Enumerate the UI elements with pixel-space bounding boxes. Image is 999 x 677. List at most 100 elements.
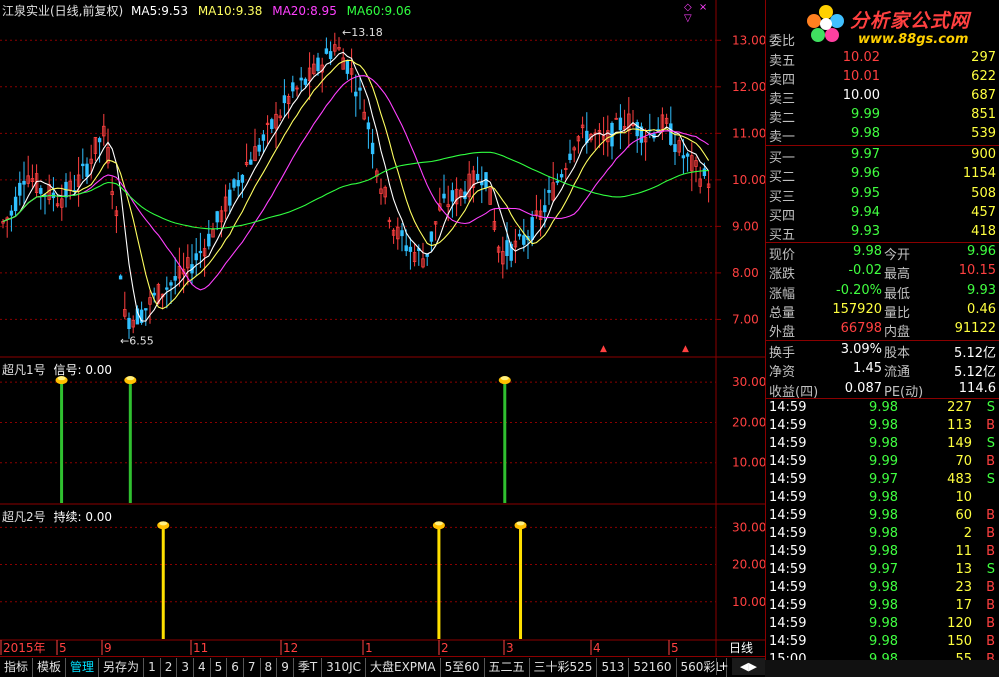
trade-row: 14:59 9.98 10 — [766, 490, 999, 508]
candle-body — [13, 196, 18, 212]
x-axis-label: 9 — [104, 641, 112, 655]
ma10-value: 9.38 — [235, 4, 263, 18]
panel2-tick-label: 20.00 — [732, 558, 765, 572]
trade-side: B — [986, 580, 995, 595]
toolbar-button[interactable]: 4 — [194, 657, 211, 677]
period-selector[interactable]: 日线 — [718, 641, 764, 656]
trade-side: B — [986, 616, 995, 631]
bid-row: 买五 9.93 418 — [766, 224, 999, 243]
trade-price: 9.98 — [869, 436, 898, 451]
trade-time: 14:59 — [769, 400, 807, 415]
candle-body — [530, 217, 534, 240]
toolbar-button[interactable]: 管理 — [66, 657, 100, 677]
candle-body — [299, 77, 303, 81]
candle-body — [685, 153, 690, 157]
stat-label: 最低 — [884, 286, 911, 302]
stat-value: 66798 — [840, 321, 882, 337]
candle-body — [442, 193, 446, 199]
ask-row-label: 卖一 — [769, 130, 796, 145]
panel1-title: 超凡1号 — [2, 363, 46, 377]
panel2-tick-label: 10.00 — [732, 595, 765, 609]
panel1-header: 超凡1号 信号: 0.00 — [2, 361, 112, 378]
x-axis-label: 2015年 — [3, 641, 46, 655]
panel-control-icons[interactable]: ◇ × — [684, 2, 709, 13]
ma60-value: 9.06 — [384, 4, 412, 18]
trade-price: 9.97 — [869, 472, 898, 487]
signal-arrow-icon: ▲ — [682, 344, 689, 354]
candle-body — [354, 91, 358, 97]
ma20-value: 8.95 — [310, 4, 337, 18]
toolbar-button[interactable]: 指标 — [0, 657, 34, 677]
toolbar-button[interactable]: 7 — [244, 657, 261, 677]
trade-price: 9.98 — [869, 598, 898, 613]
x-axis-label: 11 — [193, 641, 208, 655]
ma60-line — [2, 151, 709, 230]
panel-control-arrow-icon[interactable]: ▽ — [684, 13, 692, 24]
toolbar-button[interactable]: 模板 — [33, 657, 67, 677]
panel2-signal-marker-highlight — [159, 521, 168, 526]
toolbar-button[interactable]: 5 — [211, 657, 228, 677]
trade-volume: 149 — [947, 436, 972, 451]
toolbar-button[interactable]: 9 — [277, 657, 294, 677]
toolbar-button[interactable]: 2 — [161, 657, 178, 677]
add-tab-button[interactable]: + — [716, 658, 730, 675]
candle-body — [118, 275, 123, 280]
toolbar-button[interactable]: 8 — [261, 657, 278, 677]
ask-row: 卖三 10.00 687 — [766, 88, 999, 107]
kline-chart-area[interactable]: 13.0012.0011.0010.009.008.007.0030.0020.… — [0, 0, 765, 656]
trade-side: S — [986, 436, 995, 451]
trade-price: 9.98 — [869, 634, 898, 649]
candle-body — [270, 119, 274, 130]
stat-row: 总量 157920 量比 0.46 — [766, 302, 999, 321]
stat-value: 5.12亿 — [954, 346, 996, 361]
toolbar-button[interactable]: 310JC — [322, 657, 366, 677]
trade-volume: 23 — [955, 580, 972, 595]
toolbar-button[interactable]: 513 — [597, 657, 630, 677]
price-tick-label: 10.00 — [732, 173, 765, 187]
bid-row: 买一 9.97 900 — [766, 147, 999, 166]
stat-value: 1.45 — [853, 361, 882, 377]
bid-row-price: 9.97 — [851, 147, 880, 162]
stock-title: 江泉实业(日线,前复权) — [2, 4, 124, 18]
candle-body — [152, 292, 156, 296]
candle-body — [702, 168, 707, 177]
candle-body — [85, 163, 89, 177]
toolbar-button[interactable]: 5至60 — [441, 657, 485, 677]
toolbar-button[interactable]: 三十彩525 — [530, 657, 598, 677]
toolbar-button[interactable]: 另存为 — [99, 657, 145, 677]
tab-scroll-button[interactable]: ◀▶ — [732, 658, 765, 675]
trade-side: B — [986, 634, 995, 649]
stat-label: 外盘 — [769, 325, 796, 341]
panel2-signal-marker-highlight — [434, 521, 443, 526]
trade-price: 9.98 — [869, 580, 898, 595]
stat-value: 0.087 — [844, 380, 882, 396]
candle-body — [324, 48, 329, 54]
bid-row-price: 9.96 — [851, 166, 880, 182]
stat-label: 量比 — [884, 305, 911, 321]
trade-row: 14:59 9.97 483 S — [766, 472, 999, 490]
trade-time: 14:59 — [769, 472, 807, 487]
toolbar-button[interactable]: 3 — [177, 657, 194, 677]
stat-value: 5.12亿 — [954, 365, 996, 381]
candle-body — [22, 180, 26, 185]
toolbar-button[interactable]: 6 — [227, 657, 244, 677]
bid-row-volume: 508 — [971, 185, 996, 201]
stat-row: 收益(四) 0.087 PE(动) 114.6 — [766, 381, 999, 400]
stat-label: 内盘 — [884, 325, 911, 341]
toolbar-button[interactable]: 1 — [144, 657, 161, 677]
stat-label: 今开 — [884, 248, 911, 263]
candle-body — [127, 317, 131, 330]
trade-price: 9.98 — [869, 418, 898, 433]
candle-body — [194, 253, 198, 261]
toolbar-button[interactable]: 季T — [294, 657, 323, 677]
bid-row-volume: 900 — [971, 147, 996, 162]
trade-side: B — [986, 454, 995, 469]
candle-body — [144, 308, 148, 311]
toolbar-button[interactable]: 大盘EXPMA — [366, 657, 441, 677]
chart-grid — [0, 0, 765, 656]
trade-time: 14:59 — [769, 544, 807, 559]
toolbar-button[interactable]: 五二五 — [485, 657, 530, 677]
trade-time: 14:59 — [769, 490, 807, 505]
toolbar-button[interactable]: 52160 — [629, 657, 677, 677]
trade-volume: 2 — [963, 526, 972, 541]
